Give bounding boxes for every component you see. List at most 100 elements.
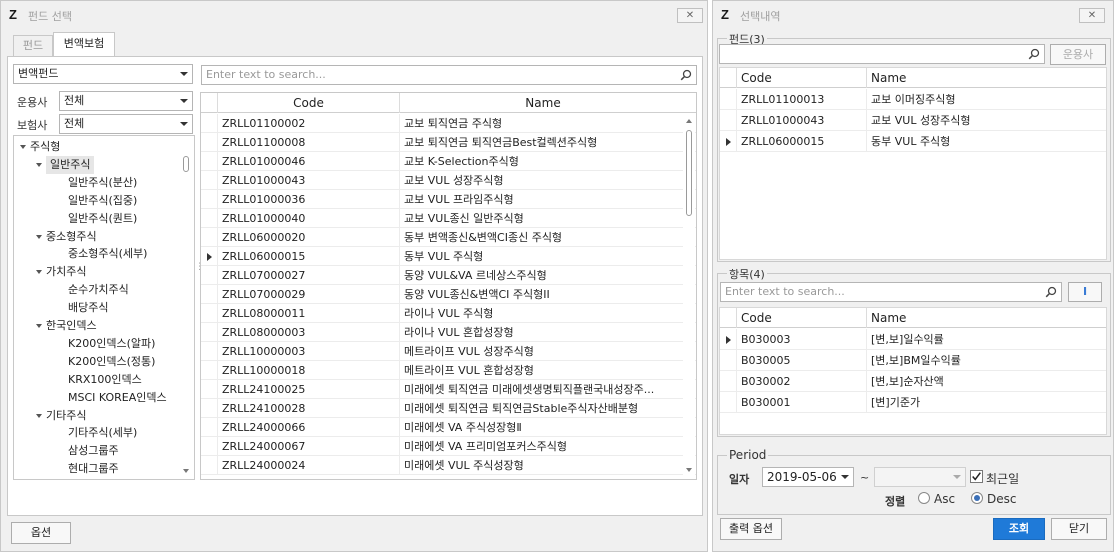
selected-funds-grid[interactable]: Code Name ZRLL01100013 교보 이머징주식형 ZRLL01000… <box>719 67 1107 260</box>
table-row[interactable]: ZRLL01100008 교보 퇴직연금 퇴직연금Best컬렉션주식형 <box>201 133 696 152</box>
tree-scroll-thumb[interactable] <box>183 156 189 172</box>
tree-node[interactable]: 순수가치주식 <box>68 281 129 299</box>
category-tree[interactable]: 주식형 일반주식 일반주식(분산) 일반주식(집중) 일반주식(퀀트) 중소형주식 중소형주… <box>13 135 195 480</box>
fund-grid-scroll-thumb[interactable] <box>686 130 692 216</box>
tree-node[interactable]: 중소형주식(세부) <box>68 245 147 263</box>
insurer-select[interactable]: 전체 <box>59 114 193 134</box>
search-icon[interactable] <box>1045 286 1057 298</box>
table-row[interactable]: ZRLL01000046 교보 K-Selection주식형 <box>201 152 696 171</box>
title-bar[interactable]: Z 펀드 선택 ✕ <box>1 1 707 29</box>
tree-node[interactable]: 한국인덱스 <box>46 317 97 335</box>
scroll-down-arrow-icon[interactable] <box>686 468 692 472</box>
fund-grid[interactable]: Code Name ZRLL01100002 교보 퇴직연금 주식형 ZRLL011… <box>200 92 697 480</box>
selection-window: Z 선택내역 ✕ 펀드(3) 운용사 Code Name ZRLL0110001… <box>712 0 1114 552</box>
table-row[interactable]: ZRLL24100025 미래에셋 퇴직연금 미래에셋생명퇴직플랜국내성장주... <box>201 380 696 399</box>
code-cell: ZRLL01000043 <box>217 171 399 190</box>
name-cell: 미래에셋 퇴직연금 퇴직연금Stable주식자산배분형 <box>399 399 682 418</box>
manager-filter-button[interactable]: 운용사 <box>1050 44 1106 65</box>
table-row[interactable]: ZRLL24000024 미래에셋 VUL 주식성장형 <box>201 456 696 475</box>
tree-node[interactable]: 일반주식 <box>46 155 95 174</box>
scroll-up-arrow-icon[interactable] <box>686 119 692 123</box>
table-row[interactable]: B030002 [변,보]순자산액 <box>720 371 1106 392</box>
selected-items-grid[interactable]: Code Name B030003 [변,보]일수익률 B030005 [변,보]BM… <box>719 307 1107 435</box>
title-bar[interactable]: Z 선택내역 ✕ <box>713 1 1113 29</box>
table-row[interactable]: ZRLL24100028 미래에셋 퇴직연금 퇴직연금Stable주식자산배분형 <box>201 399 696 418</box>
end-date-picker[interactable] <box>874 467 966 487</box>
close-icon[interactable]: ✕ <box>677 8 703 23</box>
table-row[interactable]: ZRLL01000036 교보 VUL 프라임주식형 <box>201 190 696 209</box>
table-row[interactable]: ZRLL24000066 미래에셋 VA 주식성장형Ⅱ <box>201 418 696 437</box>
tree-scrollbar[interactable] <box>180 136 192 479</box>
output-options-button[interactable]: 출력 옵션 <box>720 518 782 540</box>
column-header-code[interactable]: Code <box>736 68 866 88</box>
column-header-code[interactable]: Code <box>217 93 399 113</box>
tree-node[interactable]: 가치주식 <box>46 263 86 281</box>
table-row[interactable]: ZRLL07000027 동양 VUL&VA 르네상스주식형 <box>201 266 696 285</box>
expand-arrow-icon[interactable] <box>36 324 42 328</box>
column-header-code[interactable]: Code <box>736 308 866 328</box>
tree-node[interactable]: 일반주식(분산) <box>68 174 137 192</box>
column-header-name[interactable]: Name <box>866 68 1106 88</box>
tree-node[interactable]: 기타주식 <box>46 407 86 425</box>
table-row[interactable]: ZRLL08000011 라이나 VUL 주식형 <box>201 304 696 323</box>
table-row[interactable]: ZRLL06000020 동부 변액종신&변액CI종신 주식형 <box>201 228 696 247</box>
table-row[interactable]: ZRLL01100013 교보 이머징주식형 <box>720 89 1106 110</box>
column-header-name[interactable]: Name <box>399 93 686 113</box>
table-row[interactable]: ZRLL07000029 동양 VUL종신&변액CI 주식형II <box>201 285 696 304</box>
tree-node[interactable]: KRX100인덱스 <box>68 371 142 389</box>
items-search-input[interactable]: Enter text to search... <box>720 282 1062 302</box>
scroll-down-arrow-icon[interactable] <box>183 469 189 473</box>
tree-node[interactable]: 주식형 <box>30 138 60 156</box>
tree-node[interactable]: K200인덱스(정통) <box>68 353 155 371</box>
table-row[interactable]: ZRLL01000043 교보 VUL 성장주식형 <box>201 171 696 190</box>
tree-node[interactable]: 일반주식(집중) <box>68 192 137 210</box>
tab-variable-insurance[interactable]: 변액보험 <box>53 32 115 56</box>
recent-date-checkbox[interactable] <box>970 470 983 483</box>
fund-type-select[interactable]: 변액펀드 <box>13 64 193 84</box>
fund-search-input[interactable]: Enter text to search... <box>201 65 697 85</box>
expand-arrow-icon[interactable] <box>36 234 42 239</box>
item-picker-button[interactable]: I <box>1068 282 1102 302</box>
query-button[interactable]: 조회 <box>993 518 1045 540</box>
chevron-down-icon <box>841 475 849 479</box>
tree-node[interactable]: 현대그룹주 <box>68 460 119 478</box>
table-row[interactable]: ZRLL08000003 라이나 VUL 혼합성장형 <box>201 323 696 342</box>
expand-arrow-icon[interactable] <box>36 413 42 418</box>
table-row[interactable]: B030005 [변,보]BM일수익률 <box>720 350 1106 371</box>
close-button[interactable]: 닫기 <box>1051 518 1107 540</box>
tree-node[interactable]: 기타주식(세부) <box>68 424 137 442</box>
tree-node[interactable]: 중소형주식 <box>46 228 97 246</box>
table-row[interactable]: ZRLL10000003 메트라이프 VUL 성장주식형 <box>201 342 696 361</box>
tree-node[interactable]: 배당주식 <box>68 299 108 317</box>
funds-search-input[interactable] <box>719 44 1045 64</box>
expand-arrow-icon[interactable] <box>20 145 26 149</box>
table-row[interactable]: ZRLL10000018 메트라이프 VUL 혼합성장형 <box>201 361 696 380</box>
sort-asc-radio[interactable] <box>918 492 930 504</box>
name-cell: [변,보]일수익률 <box>866 329 1092 350</box>
manager-select[interactable]: 전체 <box>59 91 193 111</box>
tree-node[interactable]: K200인덱스(알파) <box>68 335 155 353</box>
tree-node[interactable]: 일반주식(퀀트) <box>68 210 137 228</box>
table-row[interactable]: ZRLL06000015 동부 VUL 주식형 <box>720 131 1106 152</box>
sort-desc-radio[interactable] <box>971 492 983 504</box>
table-row[interactable]: ZRLL06000015 동부 VUL 주식형 <box>201 247 696 266</box>
table-row[interactable]: B030003 [변,보]일수익률 <box>720 329 1106 350</box>
options-button[interactable]: 옵션 <box>11 522 71 544</box>
name-cell: 미래에셋 VUL 주식성장형 <box>399 456 682 475</box>
table-row[interactable]: ZRLL01100002 교보 퇴직연금 주식형 <box>201 114 696 133</box>
tree-node[interactable]: 삼성그룹주 <box>68 442 119 460</box>
start-date-picker[interactable]: 2019-05-06 <box>762 467 854 487</box>
search-icon[interactable] <box>1028 48 1040 60</box>
table-row[interactable]: ZRLL01000043 교보 VUL 성장주식형 <box>720 110 1106 131</box>
tab-fund[interactable]: 펀드 <box>13 35 53 56</box>
search-icon[interactable] <box>680 69 692 81</box>
column-header-name[interactable]: Name <box>866 308 1106 328</box>
table-row[interactable]: B030001 [변]기준가 <box>720 392 1106 413</box>
table-row[interactable]: ZRLL24000067 미래에셋 VA 프리미엄포커스주식형 <box>201 437 696 456</box>
expand-arrow-icon[interactable] <box>36 162 42 167</box>
close-icon[interactable]: ✕ <box>1079 8 1105 23</box>
table-row[interactable]: ZRLL01000040 교보 VUL종신 일반주식형 <box>201 209 696 228</box>
expand-arrow-icon[interactable] <box>36 270 42 275</box>
fund-grid-scrollbar[interactable] <box>683 114 695 479</box>
tree-node[interactable]: MSCI KOREA인덱스 <box>68 389 167 407</box>
